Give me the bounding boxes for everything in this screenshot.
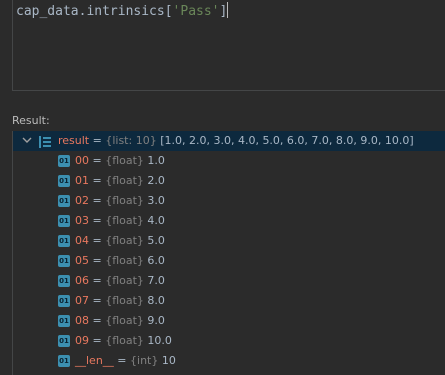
- item-name: 02: [75, 194, 89, 207]
- variable-type: {list: 10}: [105, 134, 157, 147]
- item-name: 09: [75, 334, 89, 347]
- item-type: {float}: [105, 334, 144, 347]
- item-value: 1.0: [143, 154, 165, 167]
- code-string: 'Pass': [172, 4, 220, 19]
- item-value: 2.0: [143, 174, 165, 187]
- variable-icon: 01: [58, 175, 70, 187]
- equals-sign: =: [89, 174, 106, 187]
- item-type: {float}: [105, 214, 144, 227]
- code-prefix: cap_data.intrinsics[: [16, 4, 173, 19]
- tree-item-row[interactable]: 01 05 = {float} 6.0: [13, 251, 445, 271]
- tree-item-row[interactable]: 01 02 = {float} 3.0: [13, 191, 445, 211]
- variable-icon: 01: [58, 155, 70, 167]
- evaluate-expression-panel: cap_data.intrinsics['Pass'] Result: resu…: [0, 0, 445, 375]
- tree-item-row[interactable]: 01 __len__ = {int} 10: [13, 351, 445, 371]
- expression-code[interactable]: cap_data.intrinsics['Pass']: [16, 2, 229, 22]
- variable-icon: 01: [58, 355, 70, 367]
- variable-icon: 01: [58, 235, 70, 247]
- expression-editor[interactable]: cap_data.intrinsics['Pass']: [12, 0, 445, 91]
- item-value: 10.0: [143, 334, 172, 347]
- chevron-down-icon[interactable]: [21, 131, 33, 151]
- item-value: 10: [158, 354, 176, 367]
- item-name: 01: [75, 174, 89, 187]
- tree-item-label: 09 = {float} 10.0: [75, 331, 172, 351]
- item-name: 07: [75, 294, 89, 307]
- item-type: {float}: [105, 174, 144, 187]
- item-name: 08: [75, 314, 89, 327]
- tree-item-label: 06 = {float} 7.0: [75, 271, 165, 291]
- item-value: 3.0: [143, 194, 165, 207]
- tree-item-label: 00 = {float} 1.0: [75, 151, 165, 171]
- item-name: __len__: [75, 354, 114, 367]
- tree-item-label: 01 = {float} 2.0: [75, 171, 165, 191]
- item-name: 03: [75, 214, 89, 227]
- equals-sign: =: [89, 254, 106, 267]
- tree-item-row[interactable]: 01 07 = {float} 8.0: [13, 291, 445, 311]
- equals-sign: =: [89, 334, 106, 347]
- item-type: {float}: [105, 274, 144, 287]
- item-type: {float}: [105, 154, 144, 167]
- tree-root-label: result = {list: 10} [1.0, 2.0, 3.0, 4.0,…: [58, 131, 414, 151]
- variable-icon: 01: [58, 275, 70, 287]
- result-label: Result:: [12, 114, 50, 127]
- variable-icon: 01: [58, 335, 70, 347]
- tree-root-row[interactable]: result = {list: 10} [1.0, 2.0, 3.0, 4.0,…: [13, 131, 445, 151]
- equals-sign: =: [89, 314, 106, 327]
- tree-item-row[interactable]: 01 03 = {float} 4.0: [13, 211, 445, 231]
- item-name: 06: [75, 274, 89, 287]
- item-value: 6.0: [143, 254, 165, 267]
- equals-sign: =: [113, 354, 131, 367]
- item-type: {float}: [105, 234, 144, 247]
- item-name: 00: [75, 154, 89, 167]
- code-suffix: ]: [219, 4, 228, 19]
- item-value: 9.0: [143, 314, 165, 327]
- equals-sign: =: [89, 194, 106, 207]
- tree-item-label: 04 = {float} 5.0: [75, 231, 165, 251]
- variable-icon: 01: [58, 215, 70, 227]
- item-type: {float}: [105, 194, 144, 207]
- variable-icon: 01: [58, 195, 70, 207]
- item-type: {float}: [105, 254, 144, 267]
- tree-item-row[interactable]: 01 01 = {float} 2.0: [13, 171, 445, 191]
- text-caret: [227, 2, 229, 18]
- tree-item-label: __len__ = {int} 10: [75, 351, 176, 371]
- tree-item-row[interactable]: 01 08 = {float} 9.0: [13, 311, 445, 331]
- equals-sign: =: [89, 274, 106, 287]
- item-name: 05: [75, 254, 89, 267]
- equals-sign: =: [89, 214, 106, 227]
- tree-item-row[interactable]: 01 09 = {float} 10.0: [13, 331, 445, 351]
- item-value: 5.0: [143, 234, 165, 247]
- variable-value: [1.0, 2.0, 3.0, 4.0, 5.0, 6.0, 7.0, 8.0,…: [156, 134, 414, 147]
- tree-item-row[interactable]: 01 00 = {float} 1.0: [13, 151, 445, 171]
- tree-item-label: 02 = {float} 3.0: [75, 191, 165, 211]
- equals-sign: =: [89, 234, 106, 247]
- item-name: 04: [75, 234, 89, 247]
- item-value: 7.0: [143, 274, 165, 287]
- tree-item-label: 08 = {float} 9.0: [75, 311, 165, 331]
- equals-sign: =: [89, 134, 106, 147]
- tree-item-row[interactable]: 01 04 = {float} 5.0: [13, 231, 445, 251]
- tree-item-label: 07 = {float} 8.0: [75, 291, 165, 311]
- equals-sign: =: [89, 294, 106, 307]
- item-value: 8.0: [143, 294, 165, 307]
- item-type: {float}: [105, 314, 144, 327]
- result-tree[interactable]: result = {list: 10} [1.0, 2.0, 3.0, 4.0,…: [12, 131, 445, 375]
- variable-name: result: [58, 134, 90, 147]
- tree-item-label: 05 = {float} 6.0: [75, 251, 165, 271]
- tree-item-row[interactable]: 01 06 = {float} 7.0: [13, 271, 445, 291]
- list-icon: [39, 135, 51, 148]
- item-type: {float}: [105, 294, 144, 307]
- variable-icon: 01: [58, 295, 70, 307]
- item-value: 4.0: [143, 214, 165, 227]
- tree-item-label: 03 = {float} 4.0: [75, 211, 165, 231]
- variable-icon: 01: [58, 315, 70, 327]
- variable-icon: 01: [58, 255, 70, 267]
- equals-sign: =: [89, 154, 106, 167]
- item-type: {int}: [130, 354, 159, 367]
